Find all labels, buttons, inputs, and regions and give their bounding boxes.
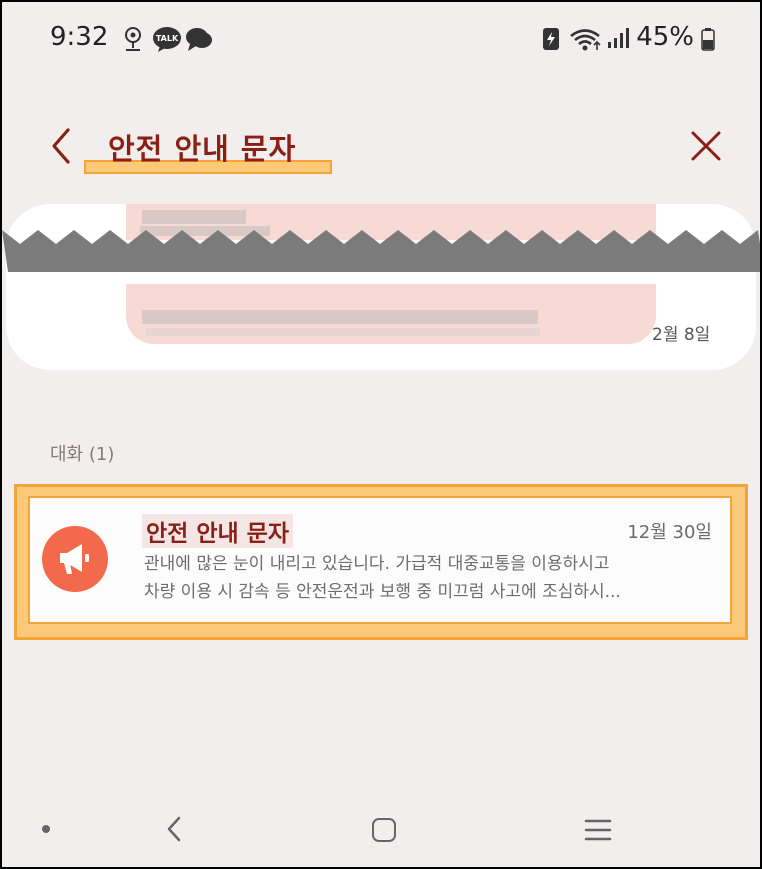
kakaotalk-label: TALK [156, 34, 179, 43]
megaphone-icon [60, 544, 89, 574]
kakaotalk-icon: TALK [153, 27, 181, 52]
preview-line-1: 관내에 많은 눈이 내리고 있습니다. 가급적 대중교통을 이용하시고 [144, 554, 610, 574]
battery-icon [701, 28, 715, 51]
page-title: 안전 안내 문자 [108, 132, 297, 166]
nav-recent-apps-icon[interactable] [584, 818, 612, 842]
preview-line-2: 차량 이용 시 감속 등 안전운전과 보행 중 미끄럼 사고에 조심하시... [144, 582, 621, 602]
screen: 9:32 TALK 45% 안전 안내 문자 2월 8일 대화 (1) 안전 안… [0, 0, 762, 869]
redacted-text [142, 210, 246, 224]
redacted-bubble-bottom [126, 284, 656, 344]
battery-percent: 45% [636, 22, 694, 52]
nav-home-icon[interactable] [372, 818, 396, 842]
status-bar: 9:32 TALK 45% [2, 2, 760, 74]
nav-indicator-dot [42, 825, 50, 833]
status-time: 9:32 [50, 22, 109, 52]
section-label-conversations: 대화 (1) [50, 444, 115, 465]
battery-saver-icon [543, 28, 559, 50]
close-button[interactable] [686, 126, 726, 166]
redacted-card-date: 2월 8일 [652, 325, 711, 345]
wifi-icon [570, 29, 601, 51]
conversation-preview: 관내에 많은 눈이 내리고 있습니다. 가급적 대중교통을 이용하시고 차량 이… [144, 550, 716, 606]
redacted-text [146, 328, 540, 336]
chat-bubble-icon [186, 28, 212, 51]
conversation-date: 12월 30일 [627, 522, 712, 543]
redaction-band [2, 230, 760, 272]
signal-icon [608, 28, 629, 48]
conversation-avatar [42, 526, 108, 592]
conversation-title: 안전 안내 문자 [142, 514, 293, 548]
nav-back-icon[interactable] [162, 814, 188, 844]
redacted-text [142, 310, 538, 324]
location-pin-icon [125, 27, 141, 51]
back-button[interactable] [46, 126, 82, 166]
